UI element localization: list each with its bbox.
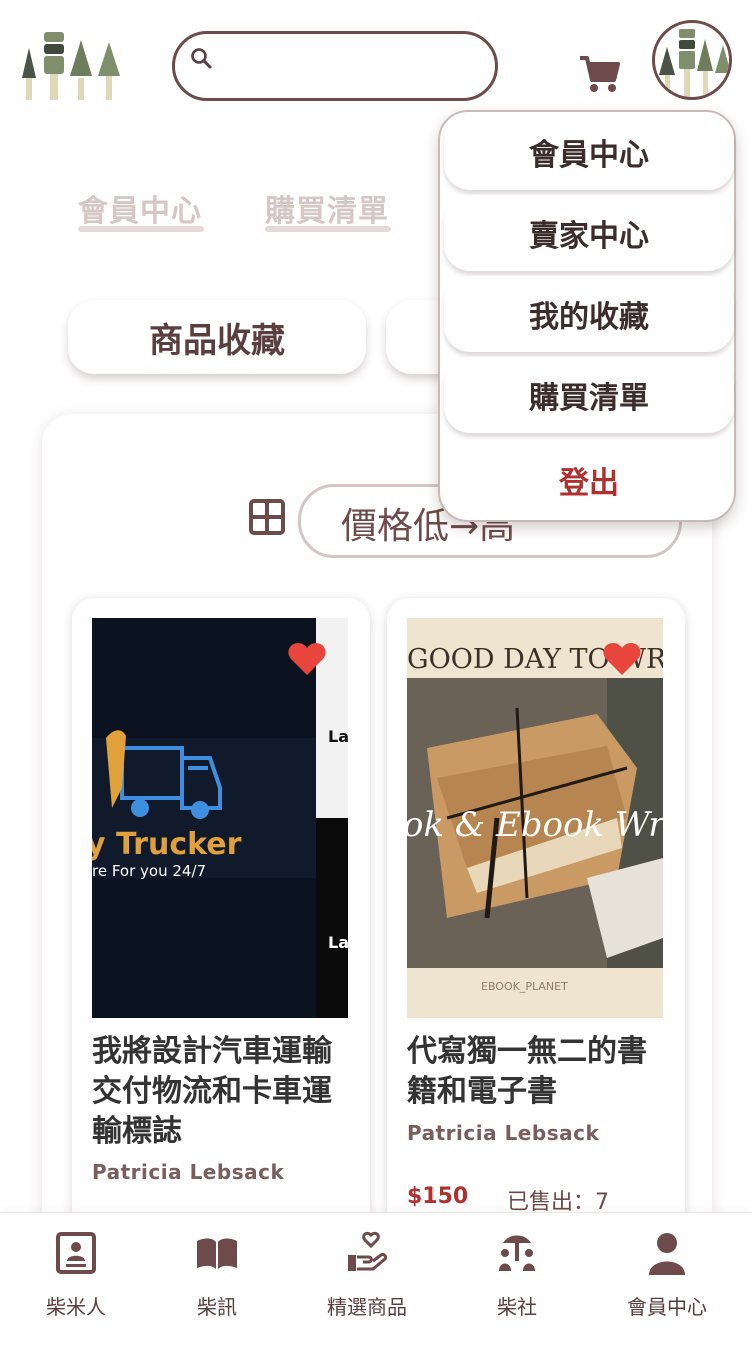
image-text: EBOOK_PLANET	[481, 980, 568, 993]
image-text: ok & Ebook Wri	[407, 805, 663, 845]
user-icon	[649, 1233, 685, 1275]
image-text: y Trucker	[92, 827, 242, 862]
search-bar[interactable]	[172, 31, 498, 101]
nav-label: 會員中心	[627, 1295, 707, 1319]
menu-item-seller-center[interactable]: 賣家中心	[444, 195, 734, 271]
heart-icon[interactable]	[603, 642, 641, 676]
seller-name[interactable]: Patricia Lebsack	[92, 1160, 284, 1184]
menu-item-member-center[interactable]: 會員中心	[444, 114, 734, 190]
tree-logo[interactable]	[20, 28, 126, 102]
tab-underline	[78, 226, 204, 232]
user-dropdown-menu: 會員中心 賣家中心 我的收藏 購買清單 登出	[438, 110, 736, 522]
nav-label: 精選商品	[327, 1295, 407, 1319]
bottom-navigation: 柴米人 柴訊 精選商品 柴社 會員中心	[0, 1212, 752, 1362]
nav-label: 柴米人	[46, 1295, 106, 1319]
product-image[interactable]: y Trucker re For you 24/7 La La	[92, 618, 348, 1018]
tab-member-center[interactable]: 會員中心	[78, 186, 202, 230]
menu-item-purchase-list[interactable]: 購買清單	[444, 357, 734, 433]
product-title[interactable]: 我將設計汽車運輸交付物流和卡車運輸標誌	[92, 1032, 354, 1152]
community-icon	[499, 1235, 535, 1271]
seller-name[interactable]: Patricia Lebsack	[407, 1121, 599, 1145]
image-text: La	[328, 933, 348, 952]
avatar[interactable]	[652, 20, 732, 100]
nav-item-member-center[interactable]: 會員中心	[592, 1231, 742, 1341]
product-card[interactable]: y Trucker re For you 24/7 La La 我將設計汽車運輸…	[72, 598, 370, 1278]
heart-icon[interactable]	[288, 642, 326, 676]
menu-item-my-favorites[interactable]: 我的收藏	[444, 276, 734, 352]
product-title[interactable]: 代寫獨一無二的書籍和電子書	[407, 1032, 669, 1112]
image-text: re For you 24/7	[92, 862, 206, 880]
nav-label: 柴社	[497, 1295, 537, 1319]
search-icon	[191, 48, 212, 69]
product-favorites-button[interactable]: 商品收藏	[68, 300, 366, 374]
nav-item-community[interactable]: 柴社	[442, 1231, 592, 1341]
profile-card-icon	[56, 1232, 96, 1274]
logout-button[interactable]: 登出	[444, 452, 734, 508]
image-text: La	[328, 727, 348, 746]
search-input[interactable]	[221, 48, 481, 84]
product-price: $150	[407, 1184, 469, 1209]
grid-icon[interactable]	[249, 499, 285, 535]
nav-item-people[interactable]: 柴米人	[1, 1231, 151, 1341]
nav-item-news[interactable]: 柴訊	[142, 1231, 292, 1341]
nav-item-featured[interactable]: 精選商品	[292, 1231, 442, 1341]
tab-purchase-list[interactable]: 購買清單	[265, 186, 389, 230]
nav-label: 柴訊	[197, 1295, 237, 1319]
cart-icon[interactable]	[578, 54, 622, 94]
product-card[interactable]: GOOD DAY TO WR ok & Ebook Wri EBOOK_PLAN…	[387, 598, 685, 1278]
book-icon	[197, 1238, 237, 1269]
product-image[interactable]: GOOD DAY TO WR ok & Ebook Wri EBOOK_PLAN…	[407, 618, 663, 1018]
hand-heart-icon	[348, 1231, 388, 1271]
tab-underline	[265, 226, 391, 232]
